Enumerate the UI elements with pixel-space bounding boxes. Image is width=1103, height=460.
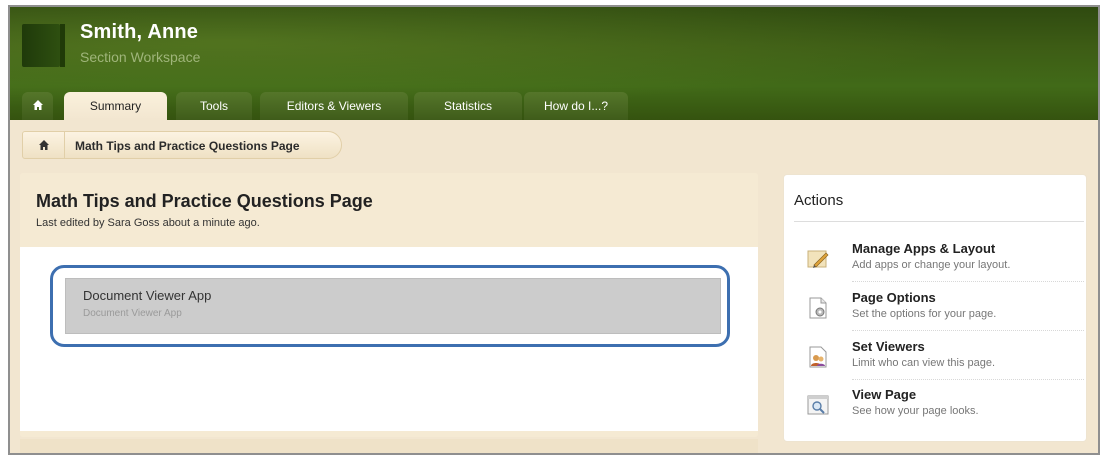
home-icon (32, 100, 43, 110)
tab-summary[interactable]: Summary (64, 92, 167, 120)
tab-tools-label: Tools (199, 99, 228, 113)
workspace-label: Section Workspace (80, 49, 201, 65)
actions-title: Actions (794, 192, 844, 209)
action-label: Set Viewers (852, 339, 925, 354)
divider (852, 379, 1084, 380)
tab-home[interactable] (22, 92, 53, 120)
divider (852, 281, 1084, 282)
document-viewer-app[interactable]: Document Viewer App Document Viewer App (65, 278, 721, 334)
tab-how-do-i[interactable]: How do I...? (524, 92, 628, 120)
tab-statistics[interactable]: Statistics (414, 92, 522, 120)
action-desc: Set the options for your page. (852, 308, 997, 320)
header: Smith, Anne Section Workspace Summary To… (10, 7, 1098, 120)
app-title: Document Viewer App (83, 288, 212, 303)
app-subtitle: Document Viewer App (83, 308, 182, 319)
magnifier-icon (807, 395, 829, 415)
tab-how-do-i-label: How do I...? (543, 99, 609, 113)
action-manage-apps-layout[interactable]: Manage Apps & Layout Add apps or change … (802, 241, 1084, 285)
action-label: View Page (852, 387, 917, 402)
tab-summary-label: Summary (89, 99, 142, 113)
divider (852, 330, 1084, 331)
page-title: Math Tips and Practice Questions Page (36, 191, 373, 211)
home-icon (39, 140, 49, 150)
last-edited-text: Last edited by Sara Goss about a minute … (36, 217, 260, 229)
action-label: Manage Apps & Layout (852, 241, 996, 256)
tab-editors-viewers-label: Editors & Viewers (286, 99, 382, 113)
breadcrumb-home[interactable] (23, 132, 65, 158)
actions-panel: Actions Manage Apps & Layout Add apps or… (783, 174, 1087, 442)
panel-footer (20, 439, 758, 453)
action-desc: See how your page looks. (852, 405, 979, 417)
divider (794, 221, 1084, 222)
tab-tools[interactable]: Tools (176, 92, 252, 120)
action-desc: Add apps or change your layout. (852, 259, 1011, 271)
pencil-icon (807, 250, 829, 268)
page-gear-icon (809, 297, 827, 319)
action-set-viewers[interactable]: Set Viewers Limit who can view this page… (802, 339, 1084, 383)
breadcrumb-current[interactable]: Math Tips and Practice Questions Page (75, 139, 300, 153)
users-icon (809, 346, 827, 368)
action-desc: Limit who can view this page. (852, 357, 996, 369)
action-view-page[interactable]: View Page See how your page looks. (802, 387, 1084, 431)
page-panel: Math Tips and Practice Questions Page La… (20, 173, 758, 437)
app-window: Smith, Anne Section Workspace Summary To… (8, 5, 1100, 455)
action-page-options[interactable]: Page Options Set the options for your pa… (802, 290, 1084, 334)
tab-editors-viewers[interactable]: Editors & Viewers (260, 92, 408, 120)
tab-statistics-label: Statistics (443, 99, 492, 113)
action-label: Page Options (852, 290, 936, 305)
breadcrumb: Math Tips and Practice Questions Page (22, 131, 342, 159)
app-highlight: Document Viewer App Document Viewer App (50, 265, 730, 347)
user-name: Smith, Anne (80, 21, 199, 43)
page-content-area: Document Viewer App Document Viewer App (20, 247, 758, 431)
workspace-logo (22, 24, 65, 67)
